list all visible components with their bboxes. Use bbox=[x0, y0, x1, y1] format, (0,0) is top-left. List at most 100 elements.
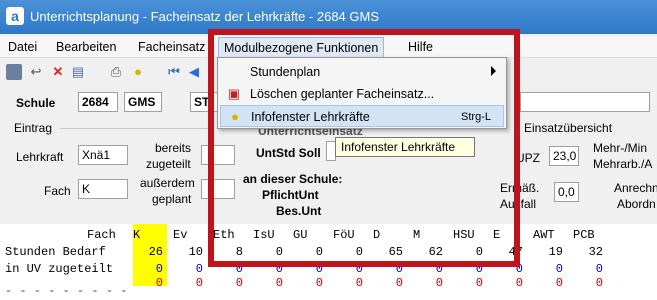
grid-bedarf-0[interactable]: 26 bbox=[133, 245, 163, 259]
grid-header-1[interactable]: Ev bbox=[173, 228, 203, 242]
row-label-in-uv-zugeteilt: in UV zugeteilt bbox=[5, 262, 114, 276]
grid-geplant-10[interactable]: 0 bbox=[533, 276, 563, 290]
grid-header-8[interactable]: HSU bbox=[453, 228, 483, 242]
grid-header-6[interactable]: D bbox=[373, 228, 403, 242]
grid-geplant-8[interactable]: 0 bbox=[453, 276, 483, 290]
grid-zugeteilt-9[interactable]: 0 bbox=[493, 262, 523, 276]
grid-zugeteilt-2[interactable]: 0 bbox=[213, 262, 243, 276]
menu-bar: Datei Bearbeiten Facheinsatz Modulbezoge… bbox=[0, 36, 657, 58]
grid-zugeteilt-11[interactable]: 0 bbox=[573, 262, 603, 276]
grid-bedarf-4[interactable]: 0 bbox=[293, 245, 323, 259]
bulb-icon[interactable]: ● bbox=[130, 64, 146, 80]
grid-header-5[interactable]: FöU bbox=[333, 228, 363, 242]
grid-zugeteilt-10[interactable]: 0 bbox=[533, 262, 563, 276]
edit-icon[interactable]: ▤ bbox=[70, 64, 86, 80]
grid-geplant-1[interactable]: 0 bbox=[173, 276, 203, 290]
delete-icon[interactable]: ✕ bbox=[50, 64, 66, 80]
grid-header-3[interactable]: IsU bbox=[253, 228, 283, 242]
grid-header-11[interactable]: PCB bbox=[573, 228, 603, 242]
menu-modulbezogene-funktionen[interactable]: Modulbezogene Funktionen bbox=[218, 37, 385, 58]
lehrkraft-field[interactable]: Xnä1 bbox=[78, 145, 128, 165]
first-icon[interactable]: ⏮ bbox=[166, 64, 182, 80]
grid-zugeteilt-4[interactable]: 0 bbox=[293, 262, 323, 276]
ausserdem-label: außerdem bbox=[140, 176, 195, 190]
eintrag-group-label: Eintrag bbox=[14, 121, 53, 135]
mehrarbeit-label: Mehrarb./A bbox=[593, 157, 653, 171]
menu-facheinsatz[interactable]: Facheinsatz bbox=[138, 40, 205, 54]
grid-bedarf-1[interactable]: 10 bbox=[173, 245, 203, 259]
einsatz-group-label: Einsatzübersicht bbox=[524, 121, 613, 135]
bereits-label: bereits bbox=[155, 141, 192, 155]
besunt-label: Bes.Unt bbox=[276, 204, 322, 218]
stundenplan-label: Stundenplan bbox=[250, 65, 321, 79]
grid-geplant-4[interactable]: 0 bbox=[293, 276, 323, 290]
fach-field[interactable]: K bbox=[78, 179, 128, 199]
upz-label: UPZ bbox=[516, 151, 540, 165]
window-title: Unterrichtsplanung - Facheinsatz der Leh… bbox=[30, 9, 380, 24]
school-type-field[interactable]: GMS bbox=[124, 92, 162, 112]
facheinsatz-grid[interactable]: Fach Stunden Bedarf in UV zugeteilt K 26 0… bbox=[0, 224, 657, 300]
prev-icon[interactable]: ◀ bbox=[186, 64, 202, 80]
loeschen-facheinsatz-label: Löschen geplanter Facheinsatz... bbox=[250, 87, 435, 101]
grid-header-2[interactable]: Eth bbox=[213, 228, 243, 242]
abordnung-label: Abordn bbox=[617, 197, 656, 211]
undo-icon[interactable]: ↩ bbox=[28, 64, 44, 80]
grid-zugeteilt-8[interactable]: 0 bbox=[453, 262, 483, 276]
app-icon: a bbox=[6, 7, 24, 25]
bulb-icon: ● bbox=[231, 109, 239, 124]
menu-item-stundenplan[interactable]: Stundenplan bbox=[220, 61, 504, 83]
grid-geplant-6[interactable]: 0 bbox=[373, 276, 403, 290]
grid-geplant-5[interactable]: 0 bbox=[333, 276, 363, 290]
menu-datei[interactable]: Datei bbox=[8, 40, 37, 54]
grid-bedarf-11[interactable]: 32 bbox=[573, 245, 603, 259]
print-icon[interactable]: ⎙ bbox=[108, 64, 124, 80]
grid-bedarf-3[interactable]: 0 bbox=[253, 245, 283, 259]
geplant-label: geplant bbox=[152, 192, 192, 206]
grid-header-9[interactable]: E bbox=[493, 228, 523, 242]
ausserdem-geplant-field[interactable] bbox=[201, 179, 235, 199]
grid-geplant-7[interactable]: 0 bbox=[413, 276, 443, 290]
menu-item-loeschen-facheinsatz[interactable]: ▣ Löschen geplanter Facheinsatz... bbox=[220, 83, 504, 105]
grid-zugeteilt-0[interactable]: 0 bbox=[133, 262, 163, 276]
grid-bedarf-2[interactable]: 8 bbox=[213, 245, 243, 259]
grid-header-0[interactable]: K bbox=[133, 228, 163, 242]
eintrag-divider bbox=[60, 128, 208, 129]
school-code-field[interactable]: 2684 bbox=[78, 92, 118, 112]
grid-bedarf-9[interactable]: 47 bbox=[493, 245, 523, 259]
grid-geplant-0[interactable]: 0 bbox=[133, 276, 163, 290]
grid-geplant-2[interactable]: 0 bbox=[213, 276, 243, 290]
grid-geplant-9[interactable]: 0 bbox=[493, 276, 523, 290]
bereits-zugeteilt-field[interactable] bbox=[201, 145, 235, 165]
ausfall-label: Ausfall bbox=[500, 197, 537, 211]
grid-bedarf-8[interactable]: 0 bbox=[453, 245, 483, 259]
school-label: Schule bbox=[16, 96, 56, 110]
row-label-fach: Fach bbox=[87, 228, 116, 242]
grid-zugeteilt-3[interactable]: 0 bbox=[253, 262, 283, 276]
school-name-field[interactable] bbox=[520, 92, 650, 112]
grid-bedarf-7[interactable]: 62 bbox=[413, 245, 443, 259]
grid-geplant-11[interactable]: 0 bbox=[573, 276, 603, 290]
application-window: a Unterrichtsplanung - Facheinsatz der L… bbox=[0, 0, 657, 300]
menu-bearbeiten[interactable]: Bearbeiten bbox=[56, 40, 116, 54]
save-icon[interactable] bbox=[6, 64, 22, 80]
grid-zugeteilt-1[interactable]: 0 bbox=[173, 262, 203, 276]
grid-zugeteilt-6[interactable]: 0 bbox=[373, 262, 403, 276]
grid-bedarf-6[interactable]: 65 bbox=[373, 245, 403, 259]
menu-item-infofenster-lehrkraefte[interactable]: ● Infofenster Lehrkräfte Strg-L bbox=[220, 105, 504, 127]
pflichtunt-label: PflichtUnt bbox=[262, 188, 319, 202]
grid-header-10[interactable]: AWT bbox=[533, 228, 563, 242]
grid-geplant-3[interactable]: 0 bbox=[253, 276, 283, 290]
ermaess-field[interactable]: 0,0 bbox=[554, 182, 579, 202]
grid-next-row: - - - - - - - - - bbox=[5, 284, 128, 298]
menu-hilfe[interactable]: Hilfe bbox=[408, 40, 433, 54]
untstd-soll-label: UntStd Soll bbox=[256, 146, 321, 160]
grid-bedarf-5[interactable]: 0 bbox=[333, 245, 363, 259]
grid-zugeteilt-7[interactable]: 0 bbox=[413, 262, 443, 276]
grid-bedarf-10[interactable]: 19 bbox=[533, 245, 563, 259]
upz-field[interactable]: 23,0 bbox=[549, 146, 579, 166]
school-extra-field[interactable]: ST bbox=[190, 92, 218, 112]
grid-header-7[interactable]: M bbox=[413, 228, 443, 242]
grid-header-4[interactable]: GU bbox=[293, 228, 323, 242]
mehr-minder-label: Mehr-/Min bbox=[593, 141, 648, 155]
grid-zugeteilt-5[interactable]: 0 bbox=[333, 262, 363, 276]
